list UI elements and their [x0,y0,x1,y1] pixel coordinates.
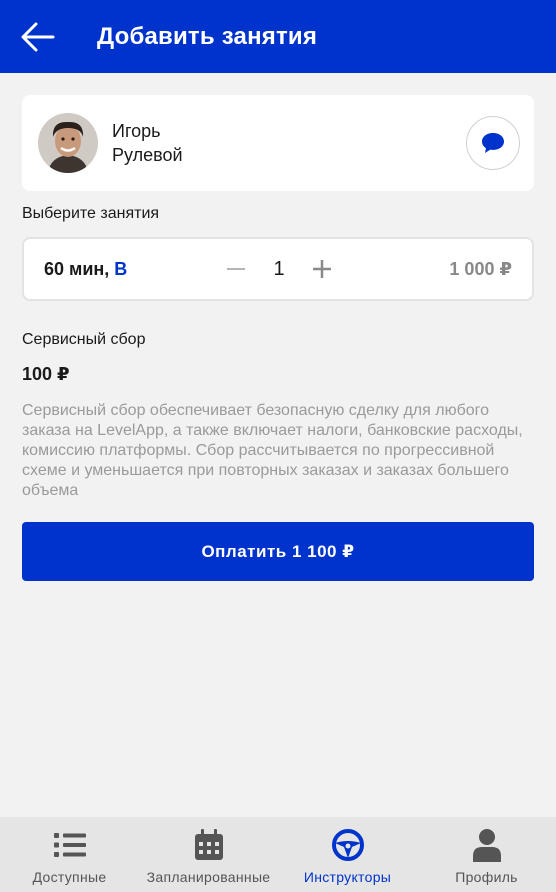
quantity-value: 1 [273,257,285,280]
lesson-price: 1 000 ₽ [449,258,512,279]
nav-item-instructors[interactable]: Инструкторы [278,817,417,892]
nav-item-scheduled[interactable]: Запланированные [139,817,278,892]
lesson-duration: 60 мин, В [44,259,127,280]
instructor-first-name: Игорь [112,121,161,141]
quantity-stepper: 1 [222,255,336,283]
service-fee-description: Сервисный сбор обеспечивает безопасную с… [22,402,523,499]
nav-label-profile: Профиль [455,869,518,885]
decrement-button[interactable] [222,255,250,283]
back-button[interactable] [0,0,76,73]
transmission-type: В [114,258,128,279]
top-app-bar: Добавить занятия [0,0,556,73]
list-icon [53,833,86,857]
instructor-card: Игорь Рулевой [22,95,534,191]
minus-icon [227,268,245,270]
user-icon [472,829,501,862]
arrow-left-icon [21,22,55,51]
instructor-last-name: Рулевой [112,145,183,165]
pay-button[interactable]: Оплатить 1 100 ₽ [22,522,534,581]
lesson-duration-text: 60 мин, [44,258,115,279]
nav-item-profile[interactable]: Профиль [417,817,556,892]
steering-wheel-icon [331,829,364,861]
calendar-icon [194,829,223,860]
nav-item-available[interactable]: Доступные [0,817,139,892]
nav-label-available: Доступные [32,869,107,885]
service-fee-title: Сервисный сбор [22,331,146,348]
service-fee-amount: 100 ₽ [22,364,70,384]
select-lessons-label: Выберите занятия [22,205,160,222]
page-title: Добавить занятия [97,22,318,50]
nav-label-scheduled: Запланированные [146,869,271,885]
instructor-avatar [38,113,98,173]
chat-bubble-icon [482,133,504,153]
plus-icon [313,260,331,278]
bottom-navigation: Доступные Запланированные Инструкторы Пр… [0,817,556,892]
increment-button[interactable] [308,255,336,283]
nav-label-instructors: Инструкторы [303,869,392,885]
app-root: Добавить занятия Игорь Рулевой Выберите … [0,0,556,892]
instructor-name: Игорь Рулевой [112,119,183,167]
lesson-option-row: 60 мин, В 1 1 000 ₽ [22,237,534,301]
chat-button[interactable] [466,116,520,170]
